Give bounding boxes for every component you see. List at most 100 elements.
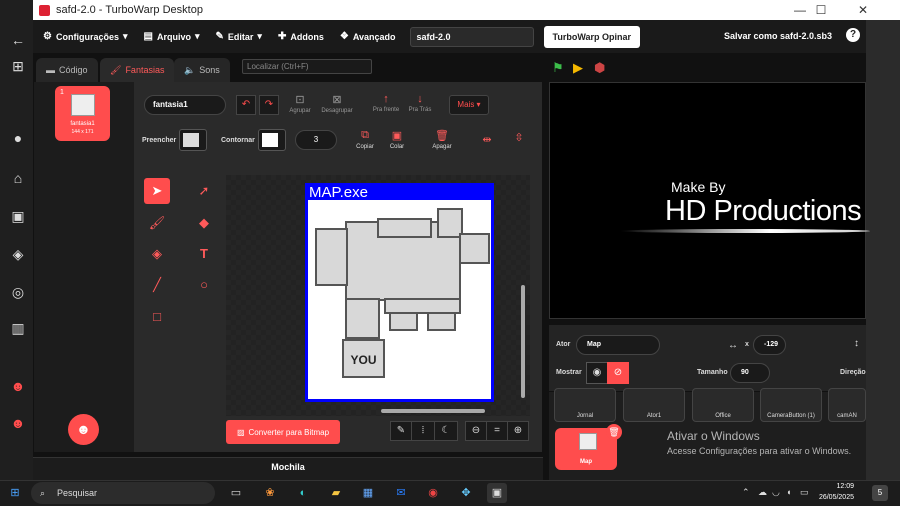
addons-menu[interactable]: ✚ Addons	[278, 31, 324, 42]
x-position-input[interactable]: -129	[753, 335, 786, 355]
stage-credit-line1: Make By	[671, 179, 726, 195]
turbowarp-taskbar-icon[interactable]: ▣	[487, 483, 507, 503]
outline-width-input[interactable]: 3	[295, 130, 337, 150]
search-input[interactable]: Localizar (Ctrl+F)	[242, 59, 372, 74]
fill-tool[interactable]: ◈	[144, 241, 170, 267]
project-title-input[interactable]: safd-2.0	[409, 26, 534, 47]
line-tool[interactable]: ╱	[144, 272, 170, 298]
line-icon: ╱	[153, 277, 161, 292]
flip-horizontal-button[interactable]: ⇹	[478, 133, 496, 148]
tab-costumes-label: Fantasias	[125, 65, 165, 75]
settings-menu[interactable]: ⚙ Configurações ▾	[43, 31, 128, 42]
hide-sprite-button[interactable]: ⊘	[607, 362, 629, 384]
stage[interactable]: Make By HD Productions	[549, 82, 870, 319]
grid-icon: ⊞	[12, 58, 24, 74]
sprite-tile[interactable]: Jornal	[554, 388, 616, 422]
forward-button[interactable]: ↑ Pra frente	[371, 93, 401, 113]
volume-icon[interactable]: ◖	[786, 487, 791, 497]
tab-costumes[interactable]: 🖌 Fantasias	[100, 58, 175, 82]
store-icon[interactable]: ▦	[358, 483, 378, 503]
save-as-link[interactable]: Salvar como safd-2.0.sb3	[724, 31, 832, 41]
forward-label: Pra frente	[372, 107, 400, 113]
outline-color-picker[interactable]	[258, 129, 286, 151]
battery-icon[interactable]: ▭	[800, 487, 809, 498]
text-tool[interactable]: T	[191, 241, 217, 267]
show-sprite-button[interactable]: ◉	[586, 362, 608, 384]
brush-settings-button[interactable]: ✎	[390, 421, 412, 441]
zoom-reset-button[interactable]: =	[486, 421, 508, 441]
redo-button[interactable]: ↷	[259, 95, 279, 115]
cat-icon: ☻	[76, 421, 91, 437]
canvas-vertical-scrollbar[interactable]	[521, 285, 525, 398]
canvas-horizontal-scrollbar[interactable]	[381, 409, 485, 413]
file-explorer-icon[interactable]: ▰	[326, 483, 346, 503]
sprite-tile[interactable]: Ator1	[623, 388, 685, 422]
group-button[interactable]: ⊡ Agrupar	[287, 93, 313, 114]
advanced-menu[interactable]: ❖ Avançado	[340, 31, 396, 42]
chrome-icon[interactable]: ◉	[423, 483, 443, 503]
zoom-out-button[interactable]: ⊖	[465, 421, 487, 441]
copy-button[interactable]: ⧉ Copiar	[353, 129, 377, 150]
reshape-tool[interactable]: ➚	[191, 178, 217, 204]
tab-sounds[interactable]: 🔈 Sons	[174, 58, 230, 82]
circle-tool[interactable]: ○	[191, 272, 217, 298]
dark-mode-button[interactable]: ☾	[434, 421, 458, 441]
rectangle-tool[interactable]: □	[144, 304, 170, 330]
add-costume-button[interactable]: ☻	[68, 414, 99, 445]
clock-time: 12:09	[836, 483, 854, 490]
copilot-icon[interactable]: ❀	[260, 483, 280, 503]
paste-button[interactable]: ▣ Colar	[386, 129, 408, 150]
costume-item[interactable]: 1 fantasia1 144 x 171	[55, 86, 110, 141]
feedback-button[interactable]: TurboWarp Opinar	[543, 25, 640, 48]
ungroup-button[interactable]: ⊠ Desagrupar	[318, 93, 356, 114]
flip-vertical-button[interactable]: ⇳	[510, 131, 528, 146]
sprite-tile[interactable]: camAN	[828, 388, 866, 422]
outlook-icon[interactable]: ✉	[391, 483, 411, 503]
delete-sprite-button[interactable]: 🗑	[606, 424, 622, 440]
backward-button[interactable]: ↓ Pra Trás	[406, 93, 434, 113]
backpack-header[interactable]: Mochila	[33, 457, 543, 480]
stop-icon[interactable]: ⬢	[594, 60, 605, 76]
close-button[interactable]: ✕	[846, 0, 880, 20]
sprite-name-input[interactable]: Map	[576, 335, 660, 355]
chevron-up-icon[interactable]: ⌃	[742, 487, 750, 498]
select-tool[interactable]: ➤	[144, 178, 170, 204]
sprite-tile-name: Jornal	[576, 413, 594, 419]
edit-menu[interactable]: ✎ Editar ▾	[216, 31, 262, 42]
edge-icon[interactable]: ◐	[293, 483, 313, 503]
convert-bitmap-button[interactable]: ▨ Converter para Bitmap	[226, 420, 340, 444]
file-menu[interactable]: ▤ Arquivo ▾	[144, 31, 200, 42]
moon-icon: ☾	[441, 425, 451, 436]
notification-badge[interactable]: 5	[872, 485, 888, 501]
brush-tool[interactable]: 🖌	[144, 210, 170, 236]
grid-toggle-button[interactable]: ⦙	[411, 421, 435, 441]
zoom-in-button[interactable]: ⊕	[507, 421, 529, 441]
help-icon[interactable]: ?	[846, 28, 860, 42]
sprite-tile[interactable]: CameraButton (1)	[760, 388, 822, 422]
costume-name-input[interactable]: fantasia1	[144, 95, 226, 115]
eraser-tool[interactable]: ◆	[191, 210, 217, 236]
reshape-icon: ➚	[198, 183, 210, 198]
more-dropdown[interactable]: Mais ▾	[449, 95, 489, 115]
network-icon[interactable]: ☁	[758, 487, 767, 498]
green-flag-icon[interactable]: ⚑	[552, 60, 564, 76]
delete-button[interactable]: 🗑 Apagar	[429, 129, 455, 150]
costume-number: 1	[60, 89, 64, 96]
start-icon[interactable]: ⊞	[5, 483, 25, 503]
size-input[interactable]: 90	[730, 363, 770, 383]
app-icon[interactable]: ✥	[456, 483, 476, 503]
fill-color-picker[interactable]	[179, 129, 207, 151]
group-icon: ⊡	[295, 94, 305, 106]
task-view-icon[interactable]: ▭	[226, 483, 246, 503]
turbo-play-icon[interactable]: ▶	[573, 60, 583, 76]
taskbar-clock[interactable]: 12:09 26/05/2025	[818, 481, 854, 503]
tab-code[interactable]: ▬ Código	[36, 58, 98, 82]
undo-button[interactable]: ↶	[236, 95, 256, 115]
pointer-icon: ➤	[151, 183, 163, 198]
wifi-icon[interactable]: ◡	[772, 487, 780, 498]
gear-icon: ⚙	[43, 31, 52, 42]
maximize-button[interactable]: ☐	[804, 0, 838, 20]
taskbar-search[interactable]: ⌕ Pesquisar	[31, 482, 215, 504]
undo-icon: ↶	[241, 99, 251, 110]
sprite-tile[interactable]: Office	[692, 388, 754, 422]
